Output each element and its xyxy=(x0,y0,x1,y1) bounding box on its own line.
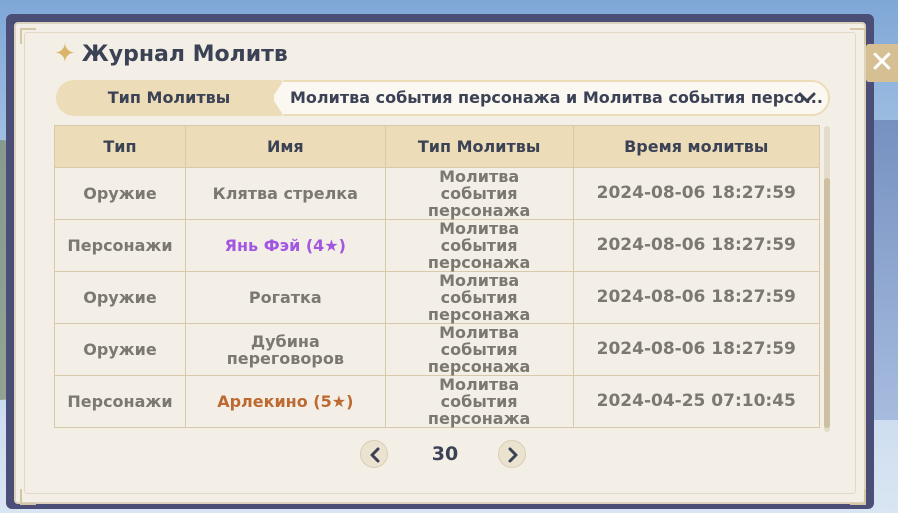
close-button[interactable]: ✕ xyxy=(866,44,898,82)
cell-wish-type: Молитва события персонажа xyxy=(384,167,574,220)
scrollbar-thumb[interactable] xyxy=(824,178,830,428)
column-header-name: Имя xyxy=(184,125,386,168)
chevron-down-icon xyxy=(798,92,816,103)
cell-type: Персонажи xyxy=(54,219,186,272)
header: ✦ Журнал Молитв xyxy=(54,38,288,70)
next-page-button[interactable] xyxy=(498,440,526,468)
cell-name: Арлекино (5★) xyxy=(184,375,386,428)
pagination: 30 xyxy=(360,440,530,474)
cell-time: 2024-08-06 18:27:59 xyxy=(572,323,821,376)
table-row: Оружие Рогатка Молитва события персонажа 20… xyxy=(54,271,821,324)
wish-type-dropdown[interactable]: Молитва события персонажа и Молитва собы… xyxy=(272,80,830,116)
wish-type-filter: Тип Молитвы Молитва события персонажа и … xyxy=(56,80,830,116)
corner-ornament xyxy=(850,28,866,44)
column-header-time: Время молитвы xyxy=(572,125,821,168)
corner-ornament xyxy=(850,489,866,505)
cell-name: Рогатка xyxy=(184,271,386,324)
cell-name: Дубина переговоров xyxy=(184,323,386,376)
table-header-row: Тип Имя Тип Молитвы Время молитвы xyxy=(54,125,821,168)
sparkle-icon: ✦ xyxy=(54,39,76,69)
cell-time: 2024-08-06 18:27:59 xyxy=(572,271,821,324)
cell-time: 2024-08-06 18:27:59 xyxy=(572,167,821,220)
wish-type-label: Тип Молитвы xyxy=(56,80,282,116)
column-header-type: Тип xyxy=(54,125,186,168)
wish-type-selected: Молитва события персонажа и Молитва собы… xyxy=(290,88,823,107)
cell-wish-type: Молитва события персонажа xyxy=(384,375,574,428)
table-row: Оружие Дубина переговоров Молитва события … xyxy=(54,323,821,376)
table-row: Персонажи Арлекино (5★) Молитва события пе… xyxy=(54,375,821,428)
cell-type: Оружие xyxy=(54,167,186,220)
cell-time: 2024-04-25 07:10:45 xyxy=(572,375,821,428)
cell-type: Персонажи xyxy=(54,375,186,428)
cell-type: Оружие xyxy=(54,323,186,376)
cell-wish-type: Молитва события персонажа xyxy=(384,219,574,272)
cell-type: Оружие xyxy=(54,271,186,324)
cell-time: 2024-08-06 18:27:59 xyxy=(572,219,821,272)
cell-name: Клятва стрелка xyxy=(184,167,386,220)
corner-ornament xyxy=(20,28,36,44)
chevron-right-icon xyxy=(508,447,518,463)
cell-wish-type: Молитва события персонажа xyxy=(384,271,574,324)
wish-history-table: Тип Имя Тип Молитвы Время молитвы Оружие… xyxy=(54,125,821,428)
table-row: Персонажи Янь Фэй (4★) Молитва события пер… xyxy=(54,219,821,272)
column-header-wish-type: Тип Молитвы xyxy=(384,125,574,168)
cell-wish-type: Молитва события персонажа xyxy=(384,323,574,376)
cell-name: Янь Фэй (4★) xyxy=(184,219,386,272)
corner-ornament xyxy=(20,489,36,505)
page-title: Журнал Молитв xyxy=(81,41,288,67)
table-row: Оружие Клятва стрелка Молитва события перс… xyxy=(54,167,821,220)
